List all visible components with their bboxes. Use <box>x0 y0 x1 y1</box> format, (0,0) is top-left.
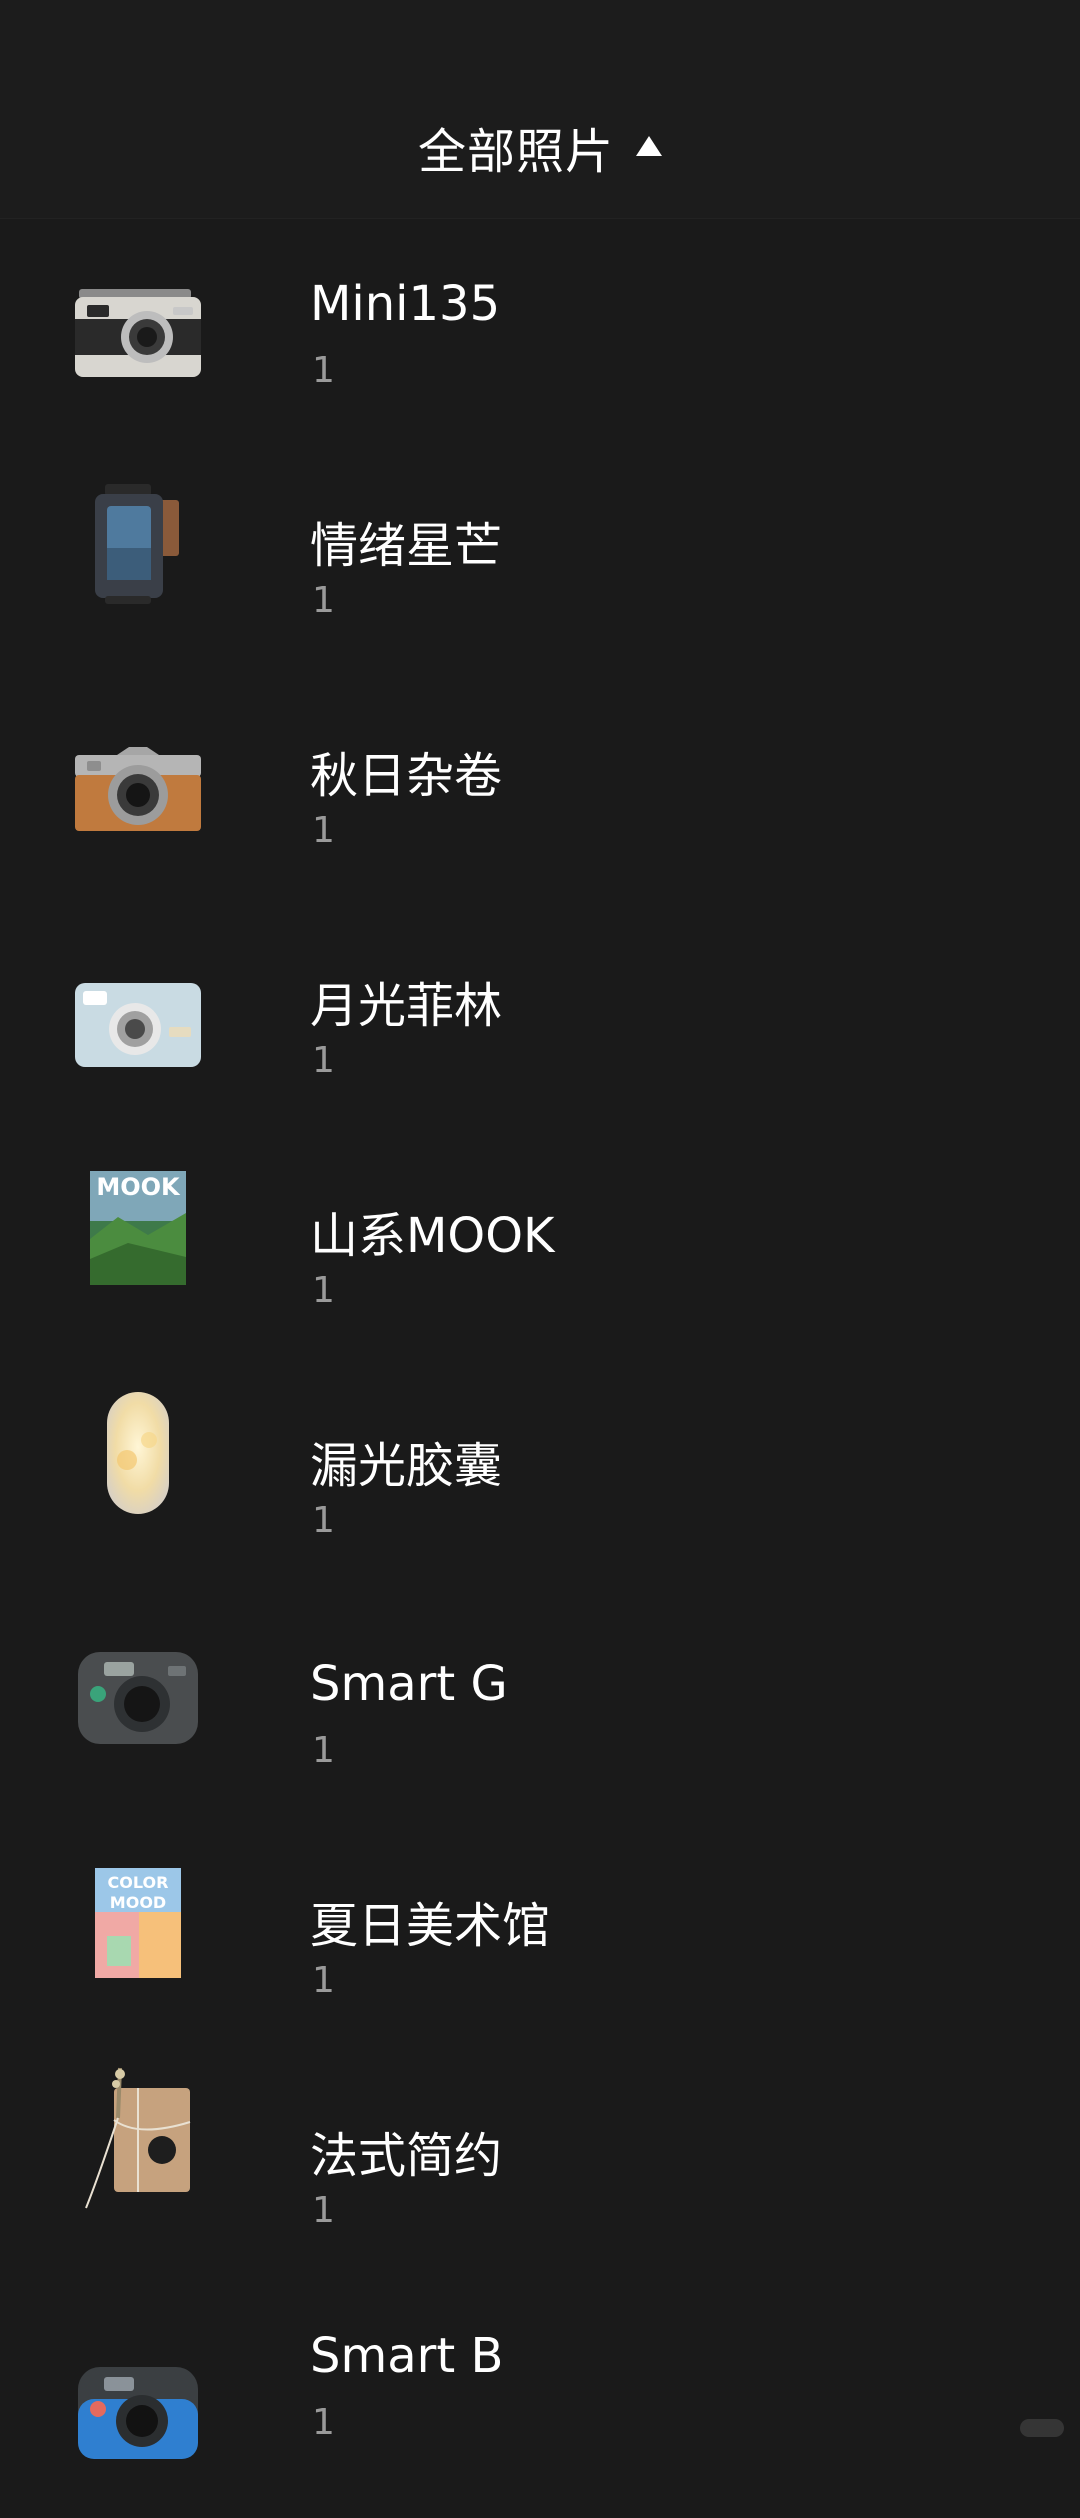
light-blue-compact-camera-icon <box>68 953 208 1093</box>
album-name: 法式简约 <box>310 2128 503 2184</box>
album-count: 1 <box>312 810 335 851</box>
album-item-smart-b[interactable]: Smart B 1 <box>0 2288 1080 2518</box>
album-name: 夏日美术馆 <box>310 1898 551 1954</box>
album-item-french-minimal[interactable]: 法式简约 1 <box>0 2058 1080 2288</box>
album-count: 1 <box>312 350 335 391</box>
album-item-autumn-roll[interactable]: 秋日杂卷 1 <box>0 678 1080 908</box>
page-title[interactable]: 全部照片 <box>418 112 614 182</box>
album-item-smart-g[interactable]: Smart G 1 <box>0 1598 1080 1828</box>
album-count: 1 <box>312 2190 335 2231</box>
color-mood-book-icon: COLOR MOOD <box>68 1853 208 1993</box>
film-canister-icon <box>68 473 208 613</box>
brown-rangefinder-camera-icon <box>68 723 208 863</box>
album-count: 1 <box>312 1960 335 2001</box>
album-name: 秋日杂卷 <box>310 748 503 804</box>
gray-instant-camera-icon <box>68 1628 208 1768</box>
album-name: Smart G <box>310 1656 508 1712</box>
album-name: 漏光胶囊 <box>310 1438 503 1494</box>
kraft-paper-package-icon <box>68 2067 208 2209</box>
triangle-up-icon[interactable] <box>636 136 662 156</box>
album-item-mountain-mook[interactable]: MOOK 山系MOOK 1 <box>0 1138 1080 1368</box>
album-name: 山系MOOK <box>310 1208 555 1264</box>
album-name: 月光菲林 <box>310 978 503 1034</box>
mook-magazine-icon: MOOK <box>68 1158 208 1298</box>
album-name: Smart B <box>310 2328 504 2384</box>
svg-text:COLOR: COLOR <box>108 1873 169 1892</box>
album-name: Mini135 <box>310 276 501 332</box>
album-count: 1 <box>312 1500 335 1541</box>
top-bar: 全部照片 <box>0 0 1080 219</box>
album-name: 情绪星芒 <box>310 518 503 574</box>
album-count: 1 <box>312 1040 335 1081</box>
svg-text:MOOD: MOOD <box>110 1893 166 1912</box>
album-item-mini135[interactable]: Mini135 1 <box>0 218 1080 448</box>
album-count: 1 <box>312 580 335 621</box>
blue-instant-camera-icon <box>68 2343 208 2483</box>
album-item-emotion-star[interactable]: 情绪星芒 1 <box>0 448 1080 678</box>
album-count: 1 <box>312 1730 335 1771</box>
album-count: 1 <box>312 1270 335 1311</box>
album-selector[interactable]: 全部照片 <box>0 112 1080 182</box>
album-item-light-leak-capsule[interactable]: 漏光胶囊 1 <box>0 1368 1080 1598</box>
watermark-badge <box>1020 2419 1064 2437</box>
album-item-moonlight-film[interactable]: 月光菲林 1 <box>0 908 1080 1138</box>
album-count: 1 <box>312 2402 335 2443</box>
silver-compact-camera-icon <box>68 263 208 403</box>
svg-text:MOOK: MOOK <box>96 1173 181 1201</box>
light-leak-capsule-icon <box>68 1383 208 1523</box>
album-item-summer-gallery[interactable]: COLOR MOOD 夏日美术馆 1 <box>0 1828 1080 2058</box>
